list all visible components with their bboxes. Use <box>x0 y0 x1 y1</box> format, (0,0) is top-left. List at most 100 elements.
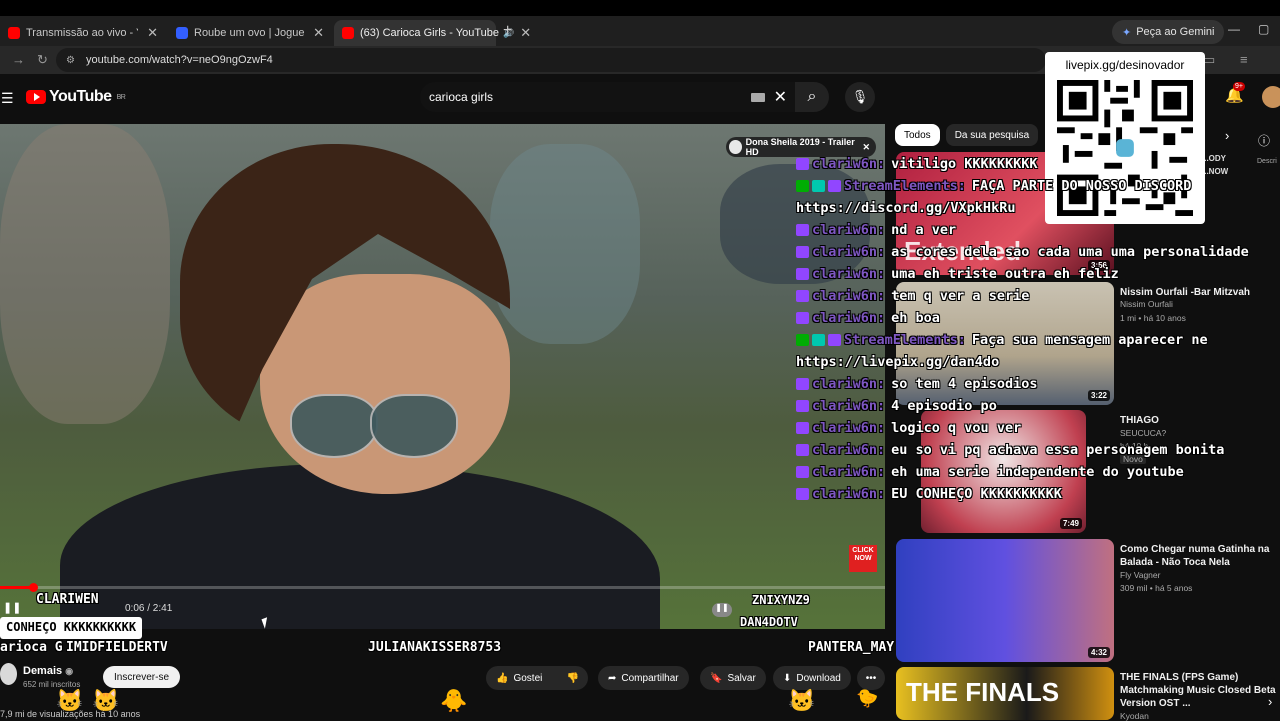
livepix-qr-overlay: livepix.gg/desinovador <box>1045 52 1205 224</box>
keyboard-icon[interactable] <box>751 92 765 102</box>
channel-avatar[interactable] <box>0 663 17 685</box>
twitch-badge-icon <box>828 180 841 192</box>
chevron-right-icon[interactable]: › <box>1225 128 1229 143</box>
twitch-badge-icon <box>796 290 809 302</box>
chat-message: clariw6n: eu so vi pq achava essa persona… <box>796 439 1224 461</box>
close-tab-icon[interactable]: ✕ <box>514 25 531 41</box>
chat-text: https://discord.gg/VXpkHkRu <box>796 200 1016 216</box>
new-tab-button[interactable]: + <box>503 22 512 40</box>
chat-message: clariw6n: uma eh triste outra eh feliz <box>796 263 1119 285</box>
chat-text: logico q vou ver <box>891 420 1022 436</box>
progress-handle[interactable] <box>28 583 38 592</box>
chat-username: clariw6n: <box>812 420 886 436</box>
more-actions-button[interactable]: ••• <box>857 666 885 690</box>
logo-region: BR <box>116 93 126 101</box>
chat-message: clariw6n: tem q ver a serie <box>796 285 1029 307</box>
downloads-icon[interactable]: ≡ <box>1240 52 1248 67</box>
reload-icon[interactable]: ↻ <box>37 52 48 68</box>
chat-username: clariw6n: <box>812 310 886 326</box>
qr-caption: livepix.gg/desinovador <box>1065 58 1185 72</box>
close-card-icon[interactable]: ✕ <box>862 142 870 153</box>
chat-username: clariw6n: <box>812 464 886 480</box>
channel-name[interactable]: Demais ◉ <box>23 665 73 677</box>
site-info-icon[interactable]: ⚙ <box>66 55 75 66</box>
video-player[interactable] <box>0 124 885 629</box>
search-value: carioca girls <box>429 90 494 104</box>
recommendation-item[interactable]: 4:32 Como Chegar numa Gatinha na Balada … <box>896 539 1280 662</box>
pause-icon[interactable]: ❚❚ <box>3 601 21 614</box>
clear-search-icon[interactable]: ✕ <box>774 87 787 107</box>
chat-text: https://livepix.gg/dan4do <box>796 354 1000 370</box>
highlight-message: CONHEÇO KKKKKKKKKK <box>0 617 143 639</box>
thumbnail: THE FINALS <box>896 667 1114 720</box>
search-input[interactable]: carioca girls ✕ <box>420 82 795 112</box>
chat-text: so tem 4 episodios <box>891 376 1038 392</box>
browser-tab-bar: Transmissão ao vivo - YouTube ✕ Roube um… <box>0 0 1280 46</box>
chat-text: as cores dela sao cada uma uma personali… <box>891 244 1249 260</box>
search-icon: ⌕ <box>807 88 817 105</box>
channel-icon <box>729 140 742 154</box>
info-icon[interactable]: ⓘ <box>1258 132 1270 149</box>
chat-username: clariw6n: <box>812 486 886 502</box>
recommendation-channel: Fly Vagner <box>1120 570 1161 580</box>
twitch-badge-icon <box>796 268 809 280</box>
chat-message: clariw6n: EU CONHEÇO KKKKKKKKKK <box>796 483 1062 505</box>
save-button[interactable]: 🔖 Salvar <box>700 666 766 690</box>
chat-message: clariw6n: eh boa <box>796 307 940 329</box>
youtube-logo[interactable]: YouTube BR <box>26 88 126 106</box>
tab-carioca-girls[interactable]: (63) Carioca Girls - YouTube 🔊 ✕ <box>334 20 531 46</box>
sunglasses-right-lens <box>370 394 458 458</box>
forward-icon[interactable]: → <box>12 52 25 67</box>
maximize-icon[interactable]: ▢ <box>1258 22 1269 36</box>
save-label: Salvar <box>727 672 756 684</box>
mod-badge-icon <box>796 180 809 192</box>
chat-message: clariw6n: nd a ver <box>796 219 956 241</box>
tab-roblox[interactable]: Roube um ovo | Jogue na Roblox ✕ <box>168 20 332 46</box>
gemini-button[interactable]: ✦ Peça ao Gemini <box>1112 20 1225 44</box>
recommendation-title: THIAGO <box>1120 415 1159 426</box>
close-tab-icon[interactable]: ✕ <box>141 25 158 41</box>
background-figure <box>0 124 170 424</box>
youtube-favicon-icon <box>342 27 354 39</box>
progress-bar[interactable] <box>0 583 885 592</box>
download-button[interactable]: ⬇ Download <box>773 666 851 690</box>
verified-icon: ◉ <box>65 666 74 676</box>
overlay-name: ZNIXYNZ9 <box>752 593 810 607</box>
url-field[interactable]: ⚙ youtube.com/watch?v=neO9ngOzwF4 <box>56 48 1046 72</box>
twitch-badge-icon <box>828 334 841 346</box>
like-button[interactable]: 👍 Gostei <box>486 666 558 690</box>
overlay-sub-name: IMIDFIELDERTV <box>66 640 168 655</box>
menu-icon[interactable]: ☰ <box>1 90 14 107</box>
account-avatar[interactable] <box>1262 86 1280 108</box>
subscribe-button[interactable]: Inscrever-se <box>103 666 180 688</box>
gemini-sparkle-icon: ✦ <box>1122 26 1132 39</box>
chat-message: clariw6n: as cores dela sao cada uma uma … <box>796 241 1249 263</box>
notifications-button[interactable]: 🔔 9+ <box>1225 82 1245 104</box>
chat-message: clariw6n: so tem 4 episodios <box>796 373 1037 395</box>
chat-text: EU CONHEÇO KKKKKKKKKK <box>891 486 1062 502</box>
search-button[interactable]: ⌕ <box>795 82 829 112</box>
youtube-play-icon <box>26 90 46 104</box>
click-now-badge[interactable]: CLICK NOW <box>849 545 877 572</box>
overlay-viewer-name: CLARIWEN <box>36 592 99 607</box>
chip-all[interactable]: Todos <box>895 124 940 146</box>
voice-search-button[interactable]: 🎙 <box>845 82 875 112</box>
recommendation-channel: SEUCUCA? <box>1120 428 1167 438</box>
recommendation-item[interactable]: THE FINALS THE FINALS (FPS Game) Matchma… <box>896 667 1280 721</box>
chip-from-search[interactable]: Da sua pesquisa <box>945 124 1039 146</box>
twitch-badge-icon <box>796 224 809 236</box>
minimize-icon[interactable]: — <box>1228 22 1240 36</box>
dislike-button[interactable]: 👎 <box>558 666 588 690</box>
chat-text: eh uma serie independente do youtube <box>891 464 1184 480</box>
close-tab-icon[interactable]: ✕ <box>307 25 324 41</box>
share-button[interactable]: ➦ Compartilhar <box>598 666 689 690</box>
chat-message: clariw6n: vitiligo KKKKKKKKK <box>796 153 1037 175</box>
recommendation-meta: 309 mil • há 5 anos <box>1120 583 1193 593</box>
chat-message: StreamElements: Faça sua mensagem aparece… <box>796 329 1208 351</box>
chat-username: clariw6n: <box>812 376 886 392</box>
tab-transmissao[interactable]: Transmissão ao vivo - YouTube ✕ <box>0 20 166 46</box>
scroll-right-icon[interactable]: › <box>1268 694 1272 709</box>
chat-message: clariw6n: eh uma serie independente do yo… <box>796 461 1184 483</box>
autoplay-toggle[interactable]: ❚❚ <box>712 603 732 617</box>
twitch-badge-icon <box>796 400 809 412</box>
